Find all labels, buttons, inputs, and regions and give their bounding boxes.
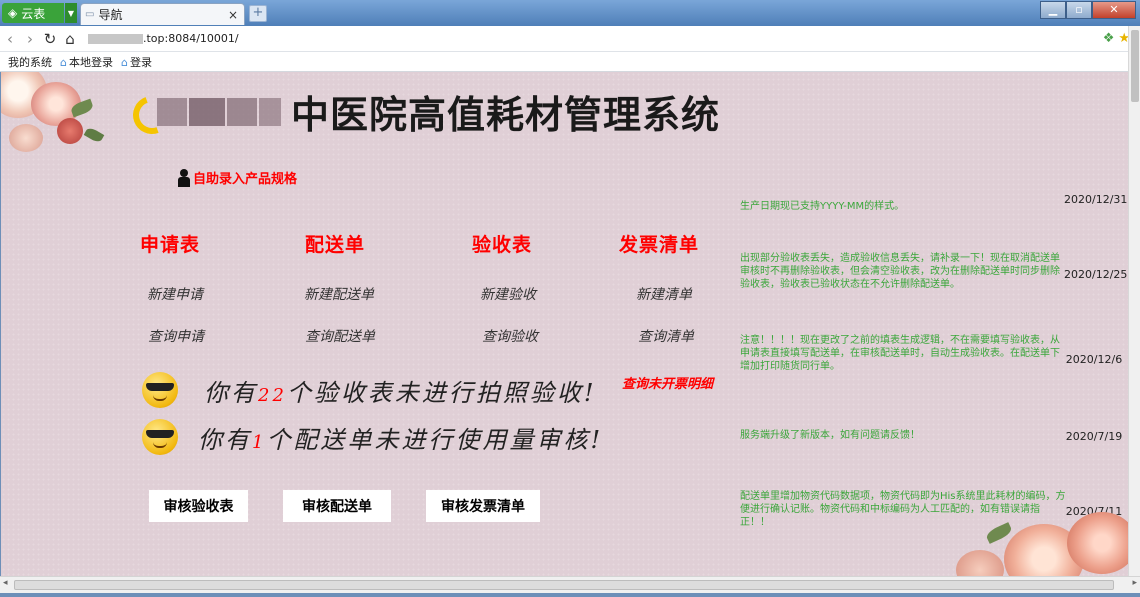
extension-icon[interactable]: ❖: [1103, 31, 1115, 46]
maximize-button[interactable]: ▫: [1066, 1, 1092, 19]
page-viewport: 中医院高值耗材管理系统 自助录入产品规格 申请表 配送单 验收表 发票清单 新建…: [1, 72, 1128, 576]
logo-redacted: [189, 98, 225, 126]
news-date: 2020/12/25: [1064, 268, 1128, 281]
browser-tab[interactable]: ▭ 导航 ×: [80, 3, 245, 25]
leaf-decoration: [83, 126, 105, 144]
bookmark-login[interactable]: ⌂ 登录: [121, 54, 152, 70]
hospital-logo: [126, 89, 287, 141]
back-icon[interactable]: ‹: [0, 30, 20, 48]
audit-invoice-list-button[interactable]: 审核发票清单: [426, 490, 540, 522]
notice-prefix: 你有: [204, 378, 258, 407]
logo-redacted: [227, 98, 257, 126]
app-tab-label: 云表: [21, 6, 46, 21]
pending-acceptance-notice[interactable]: 你有22个验收表未进行拍照验收!: [142, 372, 597, 408]
window-controls: ▁ ▫ ✕: [1040, 1, 1136, 19]
browser-titlebar: ◈ 云表 ▼ ▭ 导航 × + ▁ ▫ ✕: [0, 0, 1140, 26]
tab-title: 导航: [98, 8, 123, 22]
news-item: 注意！！！！现在更改了之前的填表生成逻辑，不在需要填写验收表，从申请表直接填写配…: [740, 335, 1060, 372]
horizontal-scrollbar[interactable]: ◂ ▸: [0, 576, 1140, 593]
new-application-link[interactable]: 新建申请: [147, 284, 203, 304]
bookmark-my-system[interactable]: 我的系统: [8, 54, 52, 70]
close-window-button[interactable]: ✕: [1092, 1, 1136, 19]
flower-decoration: [9, 124, 43, 152]
sunglasses-emoji-icon: [142, 372, 178, 408]
house-icon: ⌂: [120, 55, 128, 69]
page-icon: ▭: [85, 9, 95, 20]
pending-usage-audit-notice[interactable]: 你有1个配送单未进行使用量审核!: [142, 419, 603, 455]
self-entry-label: 自助录入产品规格: [193, 172, 298, 187]
flower-decoration: [1067, 512, 1128, 574]
query-delivery-link[interactable]: 查询配送单: [305, 326, 375, 346]
audit-acceptance-button[interactable]: 审核验收表: [149, 490, 248, 522]
query-acceptance-link[interactable]: 查询验收: [482, 326, 538, 346]
news-item: 出现部分验收表丢失，造成验收信息丢失，请补录一下！现在取消配送单审核时不再删除验…: [740, 253, 1060, 290]
scroll-thumb[interactable]: [1131, 30, 1139, 102]
vertical-scrollbar[interactable]: [1128, 26, 1140, 576]
news-date: 2020/12/31: [1064, 193, 1128, 206]
heading-acceptance: 验收表: [472, 234, 533, 256]
minimize-button[interactable]: ▁: [1040, 1, 1066, 19]
url-field[interactable]: .top:8084/10001/: [143, 32, 239, 45]
new-tab-button[interactable]: +: [249, 5, 267, 22]
bookmarks-bar: 我的系统 ⌂ 本地登录 ⌂ 登录: [0, 52, 1140, 72]
new-delivery-link[interactable]: 新建配送单: [304, 284, 374, 304]
self-entry-link[interactable]: 自助录入产品规格: [177, 168, 297, 187]
query-application-link[interactable]: 查询申请: [148, 326, 204, 346]
notice-suffix: 个验收表未进行拍照验收!: [286, 378, 597, 407]
news-date: 2020/12/6: [1065, 353, 1123, 366]
logo-redacted: [157, 98, 187, 126]
heading-delivery: 配送单: [305, 234, 366, 256]
window-border: [0, 593, 1140, 597]
audit-delivery-button[interactable]: 审核配送单: [283, 490, 391, 522]
new-invoice-list-link[interactable]: 新建清单: [636, 284, 692, 304]
house-icon: ⌂: [60, 55, 67, 69]
person-icon: [177, 168, 191, 187]
app-menu-button[interactable]: ◈ 云表: [2, 3, 64, 23]
flower-decoration: [57, 118, 83, 144]
chevron-down-icon: ▼: [67, 8, 75, 18]
tab-close-icon[interactable]: ×: [228, 8, 238, 22]
home-icon[interactable]: ⌂: [60, 30, 80, 48]
forward-icon[interactable]: ›: [20, 30, 40, 48]
query-uninvoiced-link[interactable]: 查询未开票明细: [622, 373, 713, 392]
address-bar: ‹ › ↻ ⌂ .top:8084/10001/ ❖ ★: [0, 26, 1140, 52]
new-acceptance-link[interactable]: 新建验收: [480, 284, 536, 304]
cloud-icon: ◈: [8, 6, 18, 20]
scroll-thumb[interactable]: [14, 580, 1114, 590]
notice-suffix: 个配送单未进行使用量审核!: [266, 425, 604, 454]
query-invoice-list-link[interactable]: 查询清单: [638, 326, 694, 346]
pending-acceptance-count: 22: [258, 384, 287, 406]
logo-redacted: [259, 98, 281, 126]
news-item: 服务端升级了新版本，如有问题请反馈！: [740, 430, 920, 441]
scroll-right-icon[interactable]: ▸: [1132, 578, 1137, 588]
url-redacted: [88, 33, 143, 44]
page-title: 中医院高值耗材管理系统: [291, 92, 721, 137]
bookmark-local-login[interactable]: ⌂ 本地登录: [60, 54, 113, 70]
news-item: 生产日期现已支持YYYY-MM的样式。: [740, 201, 905, 212]
app-dropdown-button[interactable]: ▼: [65, 3, 77, 23]
notice-prefix: 你有: [198, 425, 252, 454]
heading-application: 申请表: [140, 234, 201, 256]
flower-decoration: [956, 550, 1004, 576]
scroll-left-icon[interactable]: ◂: [3, 578, 8, 588]
pending-usage-count: 1: [252, 431, 267, 453]
sunglasses-emoji-icon: [142, 419, 178, 455]
refresh-icon[interactable]: ↻: [40, 30, 60, 48]
news-item: 配送单里增加物资代码数据项，物资代码即为His系统里此耗材的编码，方便进行确认记…: [740, 491, 1066, 528]
news-date: 2020/7/19: [1065, 430, 1123, 443]
heading-invoice: 发票清单: [619, 234, 700, 256]
